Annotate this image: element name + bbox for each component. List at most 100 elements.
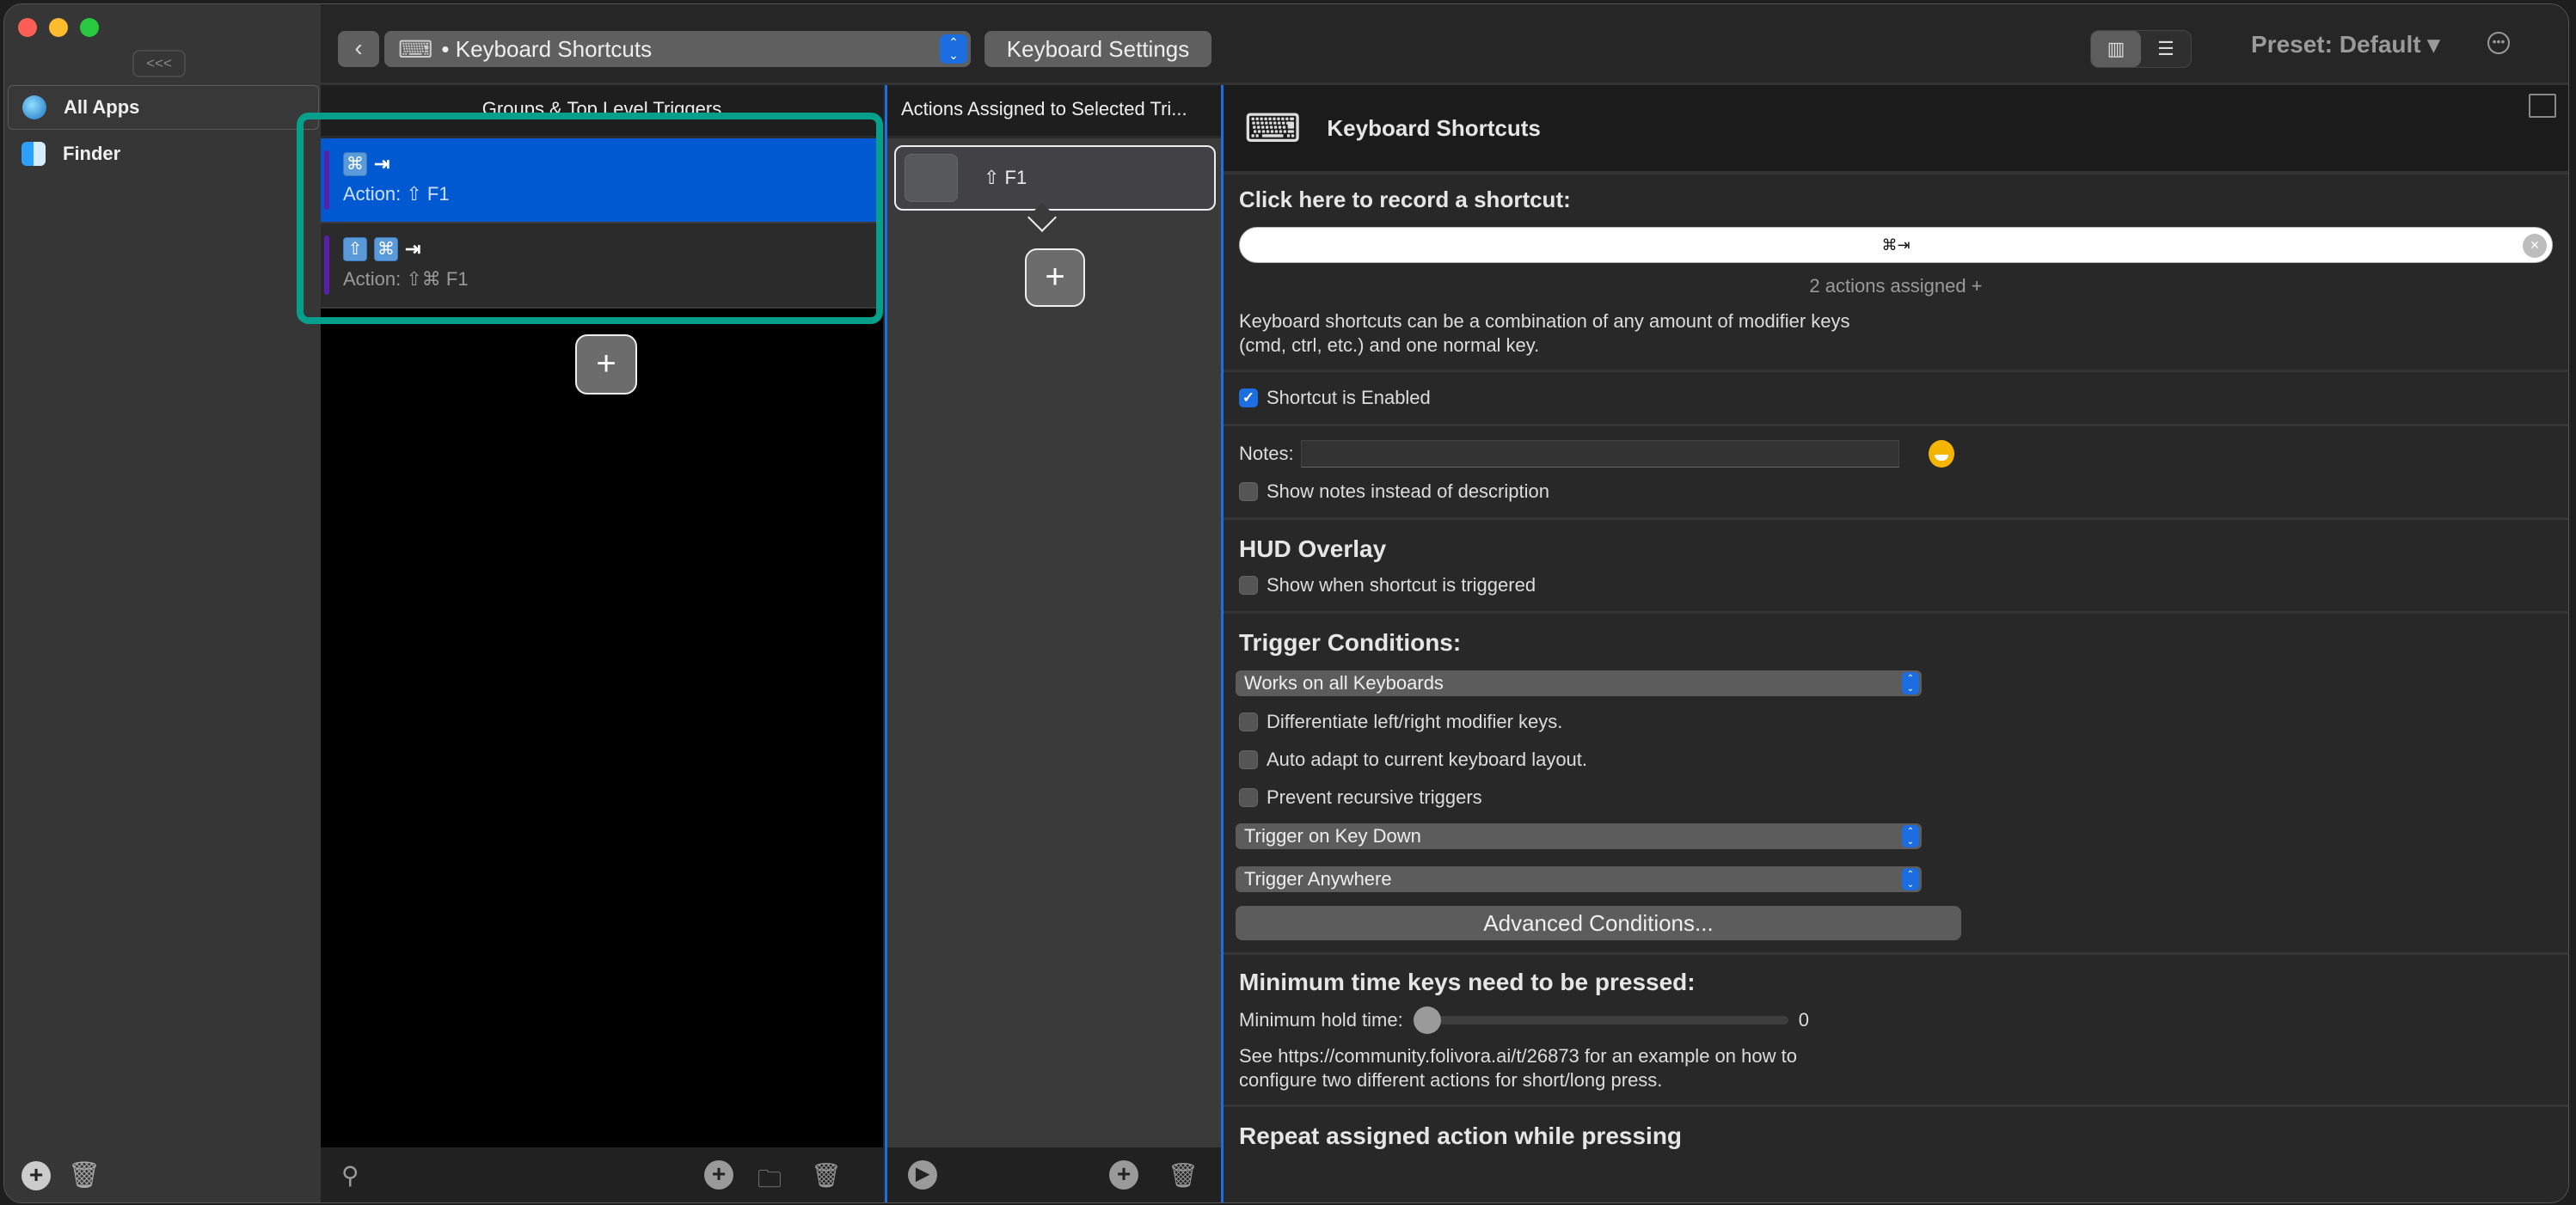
show-notes-checkbox[interactable] bbox=[1239, 482, 1258, 501]
notes-input[interactable] bbox=[1300, 440, 1899, 468]
globe-icon bbox=[22, 95, 46, 119]
delete-app-button[interactable]: 🗑 bbox=[68, 1160, 101, 1190]
hud-heading: HUD Overlay bbox=[1239, 535, 1387, 562]
shift-key-icon: ⇧ bbox=[343, 237, 367, 261]
new-folder-icon[interactable]: 🗀 bbox=[757, 1161, 782, 1202]
hint-line-1: See https://community.folivora.ai/t/2687… bbox=[1239, 1045, 1797, 1067]
collapse-sidebar-button[interactable]: <<< bbox=[132, 50, 186, 77]
add-app-button[interactable]: + bbox=[21, 1160, 51, 1190]
add-trigger-footer-button[interactable]: + bbox=[704, 1160, 733, 1190]
conditions-heading: Trigger Conditions: bbox=[1239, 629, 1462, 656]
trigger-row[interactable]: ⇧ ⌘ ⇥ Action: ⇧⌘ F1 bbox=[321, 223, 883, 309]
auto-adapt-checkbox[interactable] bbox=[1239, 750, 1258, 769]
preset-menu[interactable]: Preset: Default ▾ bbox=[2251, 30, 2439, 58]
back-button[interactable]: ‹ bbox=[338, 31, 379, 67]
trash-icon[interactable]: 🗑 bbox=[1168, 1161, 1199, 1190]
trigger-row[interactable]: ⌘ ⇥ Action: ⇧ F1 bbox=[321, 138, 883, 223]
detach-window-icon[interactable] bbox=[2529, 94, 2556, 118]
list-icon: ☰ bbox=[2157, 38, 2174, 59]
close-window-button[interactable] bbox=[18, 18, 37, 37]
hud-row[interactable]: Show when shortcut is triggered bbox=[1239, 566, 2553, 604]
sidebar-item-finder[interactable]: Finder bbox=[8, 132, 319, 176]
select-stepper-icon: ⌃ ⌄ bbox=[940, 34, 967, 64]
actions-assigned-link[interactable]: 2 actions assigned + bbox=[1239, 275, 2553, 297]
trigger-action-label: Action: ⇧⌘ F1 bbox=[343, 268, 469, 290]
hud-checkbox[interactable] bbox=[1239, 576, 1258, 595]
add-action-button[interactable]: + bbox=[1025, 248, 1085, 307]
clear-shortcut-button[interactable]: × bbox=[2523, 234, 2547, 258]
auto-adapt-row[interactable]: Auto adapt to current keyboard layout. bbox=[1236, 741, 2553, 779]
repeat-heading: Repeat assigned action while pressing bbox=[1239, 1122, 1683, 1149]
play-icon[interactable]: ▶ bbox=[908, 1160, 937, 1190]
prevent-recursive-row[interactable]: Prevent recursive triggers bbox=[1236, 779, 2553, 817]
notes-label: Notes: bbox=[1239, 443, 1294, 464]
zoom-window-button[interactable] bbox=[80, 18, 99, 37]
triggers-header: Groups & Top Level Triggers bbox=[321, 85, 883, 138]
record-heading: Click here to record a shortcut: bbox=[1239, 187, 1571, 212]
location-select[interactable]: Trigger Anywhere ⌃ ⌄ bbox=[1236, 866, 1922, 892]
columns-view-button[interactable]: ▥ bbox=[2091, 31, 2141, 67]
shortcut-enabled-checkbox[interactable]: ✓ bbox=[1239, 388, 1258, 407]
ellipsis-circle-icon: ••• bbox=[2492, 34, 2505, 48]
search-icon[interactable]: ⚲ bbox=[341, 1161, 359, 1190]
keyboard-icon: ⌨ bbox=[398, 35, 433, 63]
command-key-icon: ⌘ bbox=[374, 237, 398, 261]
trigger-conditions-section: Trigger Conditions: Works on all Keyboar… bbox=[1224, 614, 2568, 955]
record-section: Click here to record a shortcut: ⌘⇥ × 2 … bbox=[1224, 174, 2568, 372]
emoji-picker-icon[interactable] bbox=[1928, 440, 1954, 468]
hold-time-label: Minimum hold time: bbox=[1239, 1009, 1403, 1031]
triggers-footer: ⚲ + 🗀 🗑 bbox=[321, 1147, 883, 1202]
actions-footer: ▶ + 🗑 bbox=[887, 1147, 1221, 1202]
shortcut-description-2: (cmd, ctrl, etc.) and one normal key. bbox=[1239, 334, 1540, 356]
more-options-button[interactable]: ••• bbox=[2487, 32, 2510, 54]
slider-knob[interactable] bbox=[1413, 1006, 1441, 1034]
hint-line-2: configure two different actions for shor… bbox=[1239, 1069, 1663, 1091]
view-mode-toggle: ▥ ☰ bbox=[2090, 30, 2192, 68]
list-view-button[interactable]: ☰ bbox=[2141, 31, 2191, 67]
hold-time-row: Minimum hold time: 0 bbox=[1239, 996, 2553, 1044]
notes-section: Notes: Show notes instead of description bbox=[1224, 426, 2568, 520]
tab-key-icon: ⇥ bbox=[405, 238, 421, 260]
keyboard-settings-button[interactable]: Keyboard Settings bbox=[984, 31, 1211, 67]
hold-time-value: 0 bbox=[1798, 1009, 1809, 1031]
min-time-heading: Minimum time keys need to be pressed: bbox=[1239, 969, 1696, 995]
window-controls bbox=[18, 18, 99, 37]
action-label: ⇧ F1 bbox=[984, 167, 1027, 188]
tab-key-icon: ⇥ bbox=[374, 153, 390, 174]
shortcut-recorder-field[interactable]: ⌘⇥ × bbox=[1239, 227, 2553, 263]
keyboard-select[interactable]: Works on all Keyboards ⌃ ⌄ bbox=[1236, 670, 1922, 696]
prevent-recursive-label: Prevent recursive triggers bbox=[1267, 786, 1482, 808]
select-stepper-icon: ⌃ ⌄ bbox=[1902, 672, 1919, 694]
finder-icon bbox=[21, 142, 46, 166]
auto-adapt-label: Auto adapt to current keyboard layout. bbox=[1267, 749, 1588, 770]
repeat-section: Repeat assigned action while pressing bbox=[1224, 1107, 2568, 1162]
prevent-recursive-checkbox[interactable] bbox=[1239, 788, 1258, 807]
trash-icon[interactable]: 🗑 bbox=[811, 1161, 842, 1190]
recorded-shortcut: ⌘⇥ bbox=[1881, 236, 1911, 254]
action-item[interactable]: ⇧ F1 bbox=[894, 145, 1216, 211]
key-event-select[interactable]: Trigger on Key Down ⌃ ⌄ bbox=[1236, 823, 1922, 849]
trigger-action-label: Action: ⇧ F1 bbox=[343, 183, 450, 205]
differentiate-row[interactable]: Differentiate left/right modifier keys. bbox=[1236, 703, 2553, 741]
sidebar-item-all-apps[interactable]: All Apps bbox=[8, 85, 319, 130]
add-trigger-button[interactable]: + bbox=[575, 334, 637, 395]
detail-panel: ⌨ Keyboard Shortcuts Click here to recor… bbox=[1224, 85, 2568, 1202]
add-action-footer-button[interactable]: + bbox=[1109, 1160, 1138, 1190]
enabled-section: ✓ Shortcut is Enabled bbox=[1224, 372, 2568, 426]
command-key-icon: ⌘ bbox=[343, 152, 367, 176]
show-notes-row[interactable]: Show notes instead of description bbox=[1239, 473, 2553, 511]
trigger-type-select[interactable]: ⌨ • Keyboard Shortcuts ⌃ ⌄ bbox=[384, 31, 971, 67]
advanced-conditions-button[interactable]: Advanced Conditions... bbox=[1236, 906, 1961, 940]
min-time-section: Minimum time keys need to be pressed: Mi… bbox=[1224, 955, 2568, 1107]
hold-time-slider[interactable] bbox=[1413, 1006, 1788, 1034]
sidebar: <<< All Apps Finder + 🗑 bbox=[4, 4, 321, 1202]
columns-icon: ▥ bbox=[2107, 38, 2125, 59]
triggers-column: Groups & Top Level Triggers ⌘ ⇥ Action: … bbox=[321, 85, 883, 1202]
action-thumbnail bbox=[905, 154, 958, 202]
app-window: <<< All Apps Finder + 🗑 ‹ ⌨ • Keyboard S… bbox=[3, 3, 2569, 1203]
minimize-window-button[interactable] bbox=[49, 18, 68, 37]
differentiate-checkbox[interactable] bbox=[1239, 713, 1258, 731]
trigger-type-label: • Keyboard Shortcuts bbox=[441, 35, 653, 62]
group-color-bar bbox=[324, 150, 329, 210]
shortcut-enabled-row[interactable]: ✓ Shortcut is Enabled bbox=[1239, 379, 2553, 417]
